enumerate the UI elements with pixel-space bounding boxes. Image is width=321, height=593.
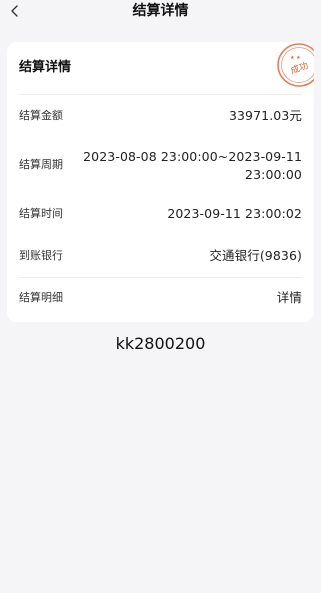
settlement-card: 结算详情 ★ ★ 成功 结算金额 33971.03元 结算周期 2023-08-…: [7, 42, 314, 322]
success-stamp: ★ ★ 成功: [276, 42, 314, 88]
top-nav-bar: 结算详情: [0, 0, 321, 24]
stamp-text: 成功: [289, 59, 310, 76]
settlement-amount-value: 33971.03元: [228, 108, 302, 123]
row-label: 到账银行: [19, 249, 63, 262]
card-divider: [19, 94, 302, 95]
row-label: 结算明细: [19, 291, 63, 304]
card-title: 结算详情: [19, 60, 72, 75]
page-title: 结算详情: [132, 3, 189, 19]
row-label: 结算时间: [19, 207, 63, 220]
settlement-period-value-line2: 23:00:00: [245, 167, 302, 182]
details-link[interactable]: 详情: [277, 289, 302, 306]
stamp-icon: ★ ★ 成功: [277, 43, 314, 87]
row-label: 结算金额: [19, 109, 63, 122]
row-settlement-amount: 结算金额 33971.03元: [19, 106, 302, 126]
reference-code: kk2800200: [115, 334, 206, 353]
svg-text:★ ★: ★ ★: [290, 55, 301, 61]
settlement-time-value: 2023-09-11 23:00:02: [167, 206, 302, 221]
row-label: 结算周期: [19, 158, 63, 171]
receiving-bank-value: 交通银行(9836): [209, 248, 302, 263]
row-settlement-time: 结算时间 2023-09-11 23:00:02: [19, 204, 302, 224]
row-settlement-period: 结算周期 2023-08-08 23:00:00~2023-09-11 23:0…: [19, 146, 302, 186]
row-settlement-details: 结算明细 详情: [19, 288, 302, 308]
row-divider: [19, 277, 302, 278]
row-receiving-bank: 到账银行 交通银行(9836): [19, 246, 302, 266]
settlement-period-value-line1: 2023-08-08 23:00:00~2023-09-11: [83, 149, 302, 164]
